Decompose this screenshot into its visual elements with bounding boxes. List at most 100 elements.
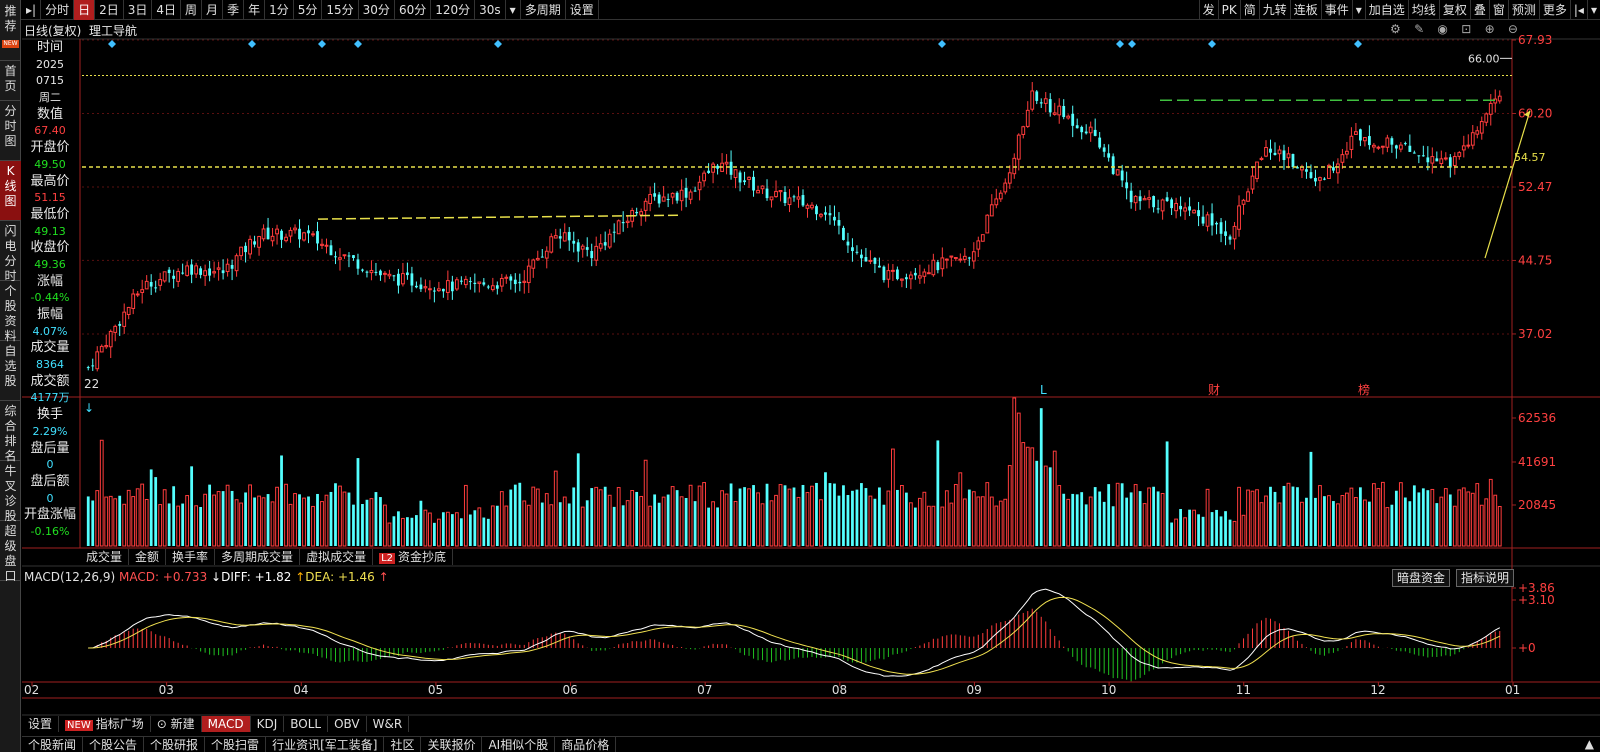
info-value: -0.44% bbox=[30, 291, 70, 305]
draw-icon[interactable]: ✎ bbox=[1414, 22, 1424, 38]
diamond-marker bbox=[938, 40, 946, 48]
gear-icon[interactable]: ⚙ bbox=[1390, 22, 1401, 38]
volume-tab-5[interactable]: L2 资金抄底 bbox=[373, 549, 454, 565]
candle-up bbox=[1497, 95, 1502, 102]
info-value: 0 bbox=[46, 458, 54, 472]
news-tab-0[interactable]: 个股新闻 bbox=[22, 737, 84, 752]
news-tab-7[interactable]: AI相似个股 bbox=[482, 737, 556, 752]
volume-bar-up bbox=[796, 496, 801, 547]
volume-tab-2[interactable]: 换手率 bbox=[166, 549, 216, 565]
dark-fund-button[interactable]: 暗盘资金 bbox=[1392, 569, 1451, 587]
candle-down bbox=[230, 264, 234, 269]
candle-down bbox=[406, 272, 409, 276]
volume-bar-up bbox=[311, 505, 315, 547]
volume-tab-3[interactable]: 多周期成交量 bbox=[215, 549, 301, 565]
diamond-marker bbox=[1116, 40, 1124, 48]
stock-chart[interactable]: 67.93 60.20 52.47 44.75 37.02 62536 41691 20845… bbox=[0, 0, 1600, 752]
news-tab-1[interactable]: 个股公告 bbox=[83, 737, 145, 752]
indicator-tab-4[interactable]: KDJ bbox=[251, 716, 285, 732]
candle-up bbox=[958, 258, 963, 261]
volume-bar-down bbox=[873, 498, 877, 546]
volume-bar-down bbox=[792, 487, 796, 546]
volume-bar-down bbox=[316, 493, 319, 546]
news-tab-6[interactable]: 关联报价 bbox=[421, 737, 483, 752]
expand-up-icon[interactable]: ▲ bbox=[1585, 736, 1594, 752]
volume-bar-up bbox=[774, 494, 778, 547]
candle-up bbox=[549, 236, 554, 253]
candle-up bbox=[1349, 135, 1354, 150]
volume-bar-up bbox=[1160, 493, 1165, 547]
candle-up bbox=[607, 233, 612, 248]
volume-bar-up bbox=[625, 500, 630, 547]
volume-bar-up bbox=[1192, 509, 1196, 547]
volume-bar-up bbox=[1043, 465, 1048, 547]
candle-down bbox=[1269, 148, 1272, 153]
volume-bar-down bbox=[1120, 483, 1124, 546]
candle-up bbox=[135, 293, 140, 296]
volume-bar-up bbox=[504, 505, 509, 547]
indicator-tab-5[interactable]: BOLL bbox=[284, 716, 329, 732]
candle-down bbox=[860, 254, 863, 259]
candle-up bbox=[108, 330, 113, 348]
candle-down bbox=[833, 216, 836, 221]
volume-bar-down bbox=[693, 501, 697, 546]
candle-down bbox=[86, 367, 90, 369]
volume-bar-up bbox=[1430, 488, 1435, 547]
candle-up bbox=[949, 255, 954, 258]
candle-down bbox=[361, 269, 364, 271]
indicator-tab-0[interactable]: 设置 bbox=[22, 716, 60, 732]
volume-bar-down bbox=[1282, 485, 1286, 546]
candle-up bbox=[1475, 130, 1480, 135]
l2-badge: L2 bbox=[379, 553, 396, 564]
volume-bar-up bbox=[1012, 397, 1017, 547]
volume-bar-up bbox=[320, 501, 324, 547]
candle-down bbox=[1156, 208, 1160, 210]
volume-bar-down bbox=[1107, 484, 1111, 546]
candle-up bbox=[899, 278, 904, 281]
volume-bar-up bbox=[1488, 478, 1493, 547]
volume-bar-down bbox=[878, 487, 881, 546]
news-tab-8[interactable]: 商品价格 bbox=[555, 737, 617, 752]
volume-bar-up bbox=[760, 503, 765, 547]
volume-bar-up bbox=[549, 504, 554, 547]
info-label: 成交额 bbox=[30, 373, 70, 389]
volume-bar-up bbox=[1183, 517, 1187, 547]
candle-up bbox=[1066, 115, 1071, 119]
indicator-tab-3[interactable]: MACD bbox=[201, 716, 251, 732]
candle-down bbox=[1305, 169, 1308, 172]
indicator-tab-1[interactable]: NEW 指标广场 bbox=[59, 716, 151, 732]
volume-bar-down bbox=[1129, 492, 1133, 546]
volume-bar-down bbox=[1201, 516, 1205, 546]
volume-bar-up bbox=[1021, 442, 1026, 547]
news-tab-5[interactable]: 社区 bbox=[384, 737, 422, 752]
zoom-in-icon[interactable]: ⊕ bbox=[1485, 22, 1495, 38]
volume-tab-1[interactable]: 金额 bbox=[129, 549, 167, 565]
volume-bar-down bbox=[347, 492, 351, 546]
indicator-tab-6[interactable]: OBV bbox=[328, 716, 367, 732]
candle-up bbox=[1318, 177, 1322, 181]
news-tab-4[interactable]: 行业资讯[军工装备] bbox=[266, 737, 385, 752]
candle-up bbox=[1277, 149, 1282, 155]
volume-bar-up bbox=[1003, 498, 1008, 547]
volume-tab-4[interactable]: 虚拟成交量 bbox=[300, 549, 374, 565]
news-tab-2[interactable]: 个股研报 bbox=[144, 737, 206, 752]
volume-tab-0[interactable]: 成交量 bbox=[80, 549, 130, 565]
volume-bar-up bbox=[980, 496, 985, 547]
news-tab-3[interactable]: 个股扫雷 bbox=[205, 737, 267, 752]
indicator-help-button[interactable]: 指标说明 bbox=[1456, 569, 1515, 587]
candle-up bbox=[1354, 131, 1358, 135]
candle-down bbox=[729, 161, 733, 175]
candle-up bbox=[126, 306, 131, 316]
volume-bar-down bbox=[1224, 511, 1227, 546]
candle-up bbox=[962, 255, 967, 260]
indicator-tab-2[interactable]: ⊙ 新建 bbox=[151, 716, 202, 732]
lock-icon[interactable]: ⊡ bbox=[1461, 22, 1471, 38]
candle-up bbox=[1142, 198, 1147, 201]
info-label: 收盘价 bbox=[30, 240, 70, 256]
volume-bar-down bbox=[1093, 487, 1097, 546]
volume-bar-down bbox=[266, 494, 270, 546]
zoom-out-icon[interactable]: ⊖ bbox=[1508, 22, 1518, 38]
eye-icon[interactable]: ◉ bbox=[1437, 22, 1447, 38]
indicator-tab-7[interactable]: W&R bbox=[367, 716, 410, 732]
candle-down bbox=[1035, 91, 1039, 101]
